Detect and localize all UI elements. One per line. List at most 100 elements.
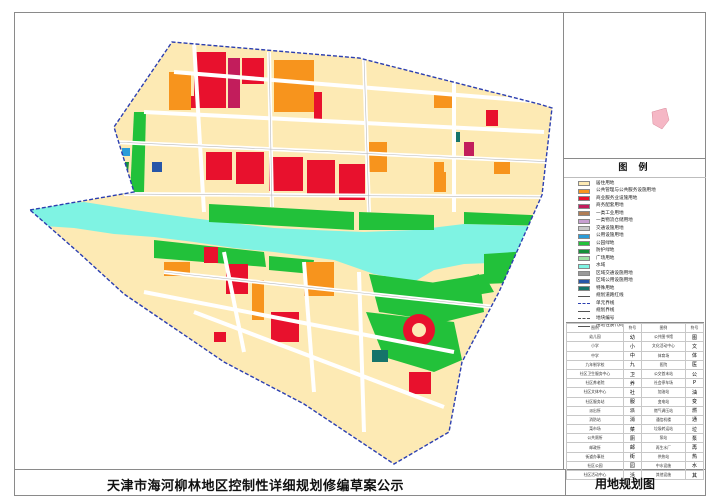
legend-swatch — [578, 248, 590, 254]
symbol-glyph: 卫 — [622, 368, 642, 380]
commercial-block — [204, 247, 218, 263]
symbol-label: 社区卫生服务中心 — [566, 368, 624, 380]
symbol-label: 小学 — [566, 341, 624, 352]
symbol-glyph: 消 — [622, 414, 642, 426]
legend-item: 公用设施用地 — [578, 233, 704, 241]
map-canvas — [28, 41, 553, 465]
location-inset-icon — [651, 108, 670, 130]
commercial-block — [409, 372, 431, 394]
symbol-glyph: 幼 — [622, 332, 642, 343]
legend-swatch — [578, 271, 590, 277]
legend-item: 广场用地 — [578, 255, 704, 263]
symbol-glyph: 通 — [684, 414, 705, 426]
legend-swatch — [578, 188, 590, 194]
commercial-block — [269, 157, 303, 191]
symbol-label: 街道办事处 — [566, 451, 624, 462]
symbol-glyph: 邮 — [622, 442, 642, 453]
symbol-row: 公共厕所厕泵站泵 — [566, 433, 705, 444]
legend-label: 交通设施用地 — [596, 225, 624, 231]
legend-item: 一类物流仓储用地 — [578, 218, 704, 226]
commercial-block — [314, 92, 322, 120]
legend-label: 规划道路红线 — [596, 293, 624, 299]
symbol-glyph: 图 — [684, 332, 705, 343]
legend-label: 特殊用地 — [596, 285, 615, 291]
legend-label: 商业服务业设施用地 — [596, 195, 638, 201]
legend-item: 规划界线 — [578, 308, 704, 316]
legend-item: 水域 — [578, 263, 704, 271]
symbol-label: 图例 — [640, 322, 686, 334]
symbol-row: 社区卫生服务中心卫公交首末站公 — [566, 368, 705, 380]
symbol-label: 幼儿园 — [566, 332, 624, 343]
public-service-block — [494, 162, 510, 174]
public-service-block — [169, 72, 191, 110]
legend-item: 单元界线 — [578, 300, 704, 308]
legend-swatch — [578, 203, 590, 209]
symbol-label: 图例 — [566, 322, 624, 334]
map-title: 用地规划图 — [595, 477, 656, 491]
symbol-label: 泵站 — [640, 433, 686, 444]
legend-label: 商务配套用地 — [596, 203, 624, 209]
legend-item: 防护绿地 — [578, 248, 704, 256]
commercial-block — [214, 332, 226, 342]
legend-label: 地块编号 — [596, 315, 615, 321]
utility-block — [152, 162, 162, 172]
symbol-label: 通信机楼 — [640, 414, 686, 426]
symbol-glyph: 菜 — [622, 424, 642, 435]
symbol-label: 消防站 — [566, 414, 624, 426]
symbol-glyph: 文 — [684, 341, 705, 352]
symbol-glyph: 体 — [684, 350, 705, 361]
symbol-glyph: 泵 — [684, 433, 705, 444]
public-service-block — [369, 142, 387, 172]
symbol-table: 图例 符号 图例 符号 幼儿园幼公共图书馆图小学小文化活动中心文中学中体育场体九年制学校… — [566, 322, 705, 481]
legend-item: 规划道路红线 — [578, 293, 704, 301]
symbol-label: 燃气调压站 — [640, 405, 686, 416]
symbol-glyph: 小 — [622, 341, 642, 352]
legend-item: 居住用地 — [578, 180, 704, 188]
special-use-block — [372, 350, 388, 362]
legend-swatch — [578, 233, 590, 239]
legend-swatch — [578, 226, 590, 232]
land-use-map — [14, 12, 564, 470]
symbol-label: 社区养老院 — [566, 378, 624, 389]
legend-label: 规划界线 — [596, 308, 615, 314]
symbol-label: 社会停车场 — [640, 378, 686, 389]
symbol-label: 再生水厂 — [640, 442, 686, 453]
legend-item: 公共管理与公共服务设施用地 — [578, 188, 704, 196]
symbol-glyph: 油 — [684, 387, 705, 398]
symbol-label: 医院 — [640, 359, 686, 370]
symbol-glyph: 垃 — [684, 424, 705, 435]
symbol-glyph: 九 — [622, 359, 642, 370]
legend-swatch — [578, 278, 590, 284]
legend-item: 一类工业用地 — [578, 210, 704, 218]
symbol-row: 幼儿园幼公共图书馆图 — [566, 332, 705, 343]
symbol-row: 社区服务站服变电站变 — [566, 396, 705, 407]
legend-swatch — [578, 256, 590, 262]
commercial-block — [228, 58, 240, 108]
legend-item: 交通设施用地 — [578, 225, 704, 233]
legend: 居住用地 公共管理与公共服务设施用地 商业服务业设施用地 商务配套用地 一类工业用地 一类… — [578, 180, 704, 330]
symbol-glyph: 热 — [684, 451, 705, 462]
symbol-row: 派出所派燃气调压站燃 — [566, 405, 705, 416]
symbol-glyph: 公 — [684, 368, 705, 380]
symbol-label: 邮政所 — [566, 442, 624, 453]
side-panel: 图 例 居住用地 公共管理与公共服务设施用地 商业服务业设施用地 商务配套用地 一类工业… — [564, 12, 706, 481]
legend-label: 广场用地 — [596, 255, 615, 261]
round-plaza-center — [412, 323, 426, 337]
legend-swatch — [578, 286, 590, 292]
symbol-row: 小学小文化活动中心文 — [566, 341, 705, 352]
symbol-glyph: 服 — [622, 396, 642, 407]
public-service-block — [434, 162, 444, 172]
symbol-glyph: 变 — [684, 396, 705, 407]
symbol-label: 公共厕所 — [566, 433, 624, 444]
symbol-label: 中学 — [566, 350, 624, 361]
page-title: 天津市海河柳林地区控制性详细规划修编草案公示 — [107, 479, 405, 494]
symbol-glyph: 医 — [684, 359, 705, 370]
commercial-block — [464, 142, 474, 156]
title-divider — [565, 470, 566, 496]
symbol-glyph: 中 — [622, 350, 642, 361]
symbol-glyph: 社 — [622, 387, 642, 398]
symbol-label: 派出所 — [566, 405, 624, 416]
symbol-glyph: 燃 — [684, 405, 705, 416]
public-service-block — [274, 60, 314, 112]
legend-line — [578, 295, 590, 297]
